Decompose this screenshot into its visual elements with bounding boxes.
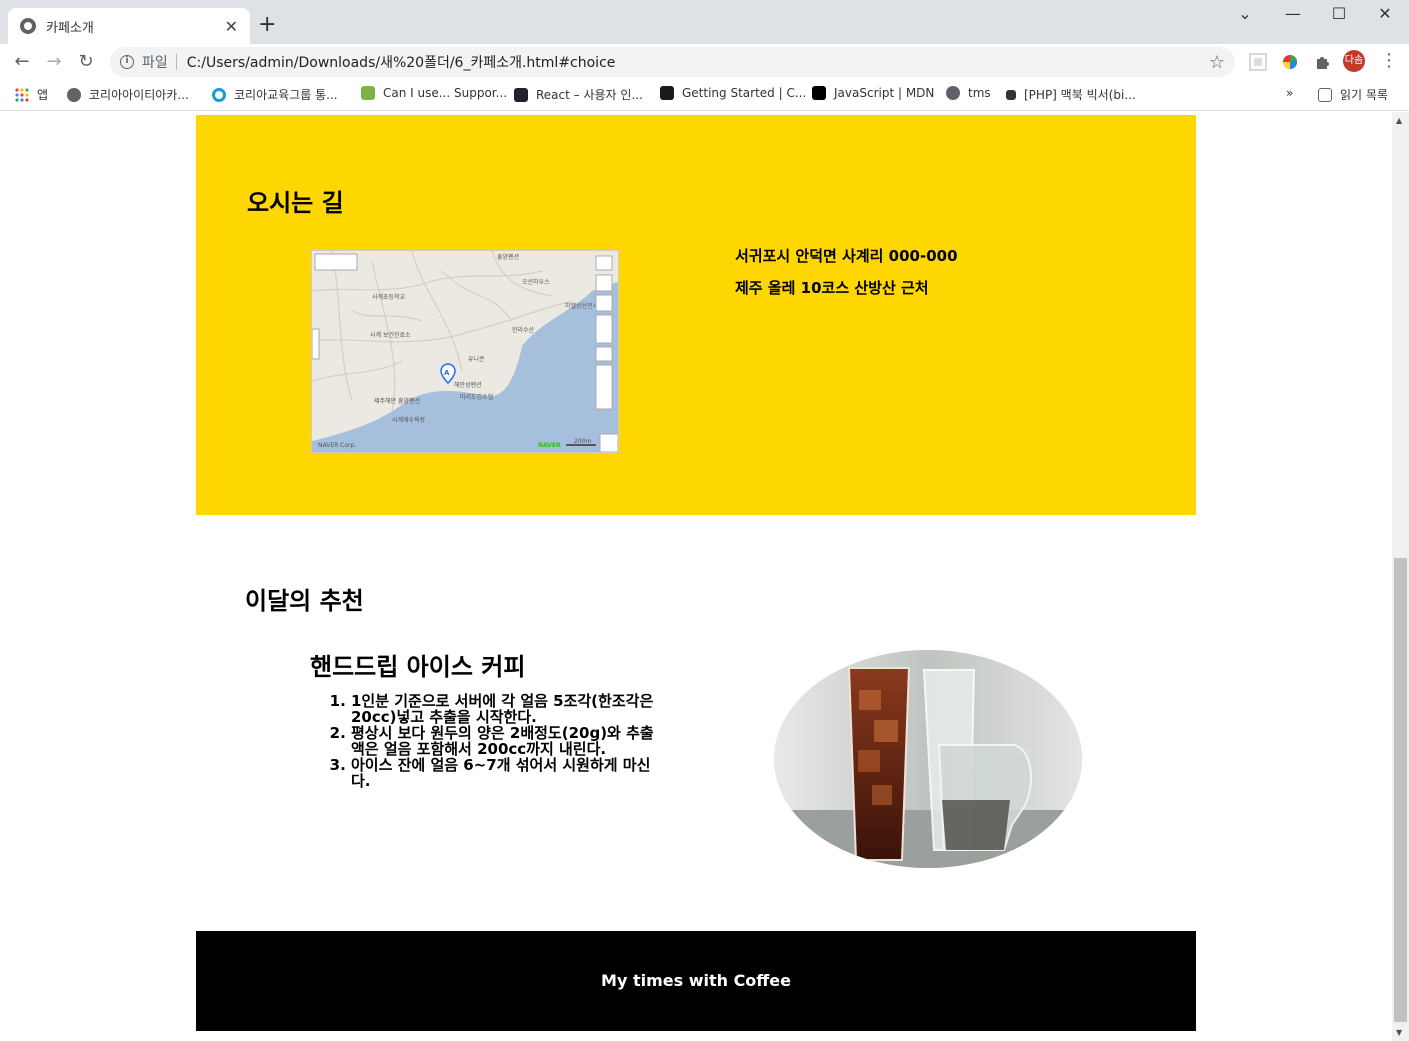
iced-coffee-image [774, 650, 1082, 868]
puzzle-icon[interactable] [1313, 53, 1331, 71]
tab-close-icon[interactable]: ✕ [225, 17, 238, 36]
map-label: 사계초등학교 [372, 293, 406, 301]
new-tab-button[interactable]: + [258, 12, 276, 37]
map-label: 한라수산 [512, 326, 535, 334]
dots-icon [1006, 89, 1016, 100]
bookmark-label: React – 사용자 인... [536, 88, 643, 102]
color-picker-icon[interactable] [1281, 53, 1299, 71]
back-arrow-icon[interactable]: ← [10, 50, 34, 74]
bookmark-label: JavaScript | MDN [834, 86, 935, 100]
kebab-menu-icon[interactable]: ⋮ [1380, 50, 1398, 71]
map-label: 200m [574, 438, 591, 445]
vertical-scrollbar[interactable]: ▲ ▼ [1392, 112, 1409, 1041]
bookmark-label: Getting Started | C... [682, 86, 807, 100]
recipe-steps: 1인분 기준으로 서버에 각 얼음 5조각(한조각은 20cc)넣고 추출을 시… [351, 693, 661, 789]
forward-arrow-icon[interactable]: → [42, 50, 66, 74]
bookmark-item[interactable]: 코리아교육그룹 통... [212, 86, 338, 103]
recipe-step: 아이스 잔에 얼음 6~7개 섞어서 시원하게 마신다. [351, 757, 661, 789]
bookmark-item[interactable]: Getting Started | C... [660, 86, 806, 100]
address-line: 서귀포시 안덕면 사계리 000-000 [735, 247, 958, 265]
recipe-step: 평상시 보다 원두의 양은 2배정도(20g)와 추출액은 얼음 포함해서 20… [351, 725, 661, 757]
apps-grid-icon [15, 87, 29, 102]
tab-strip: 카페소개 ✕ + ⌄ — ☐ ✕ [0, 0, 1409, 44]
scroll-up-arrow-icon[interactable]: ▲ [1396, 116, 1402, 125]
location-map[interactable]: 흥양펜션 오션하우스 사계초등학교 하멜상선전시관 사계 보건진료소 한라수산 … [311, 250, 619, 453]
menu-name: 핸드드립 아이스 커피 [310, 653, 526, 681]
maximize-button[interactable]: ☐ [1316, 4, 1362, 23]
directions-heading: 오시는 길 [247, 189, 344, 217]
directions-section: 오시는 길 흥양펜션 오션하우스 사계초등학교 하멜상선전시관 사계 보건진료소… [196, 115, 1196, 515]
directions-note: 제주 올레 10코스 산방산 근처 [735, 279, 929, 297]
tab-title: 카페소개 [46, 20, 94, 36]
map-label: 사계 보건진료소 [370, 331, 411, 339]
bookmark-item[interactable]: 코리아아이티아카... [67, 86, 189, 103]
bookmark-item[interactable]: React – 사용자 인... [514, 86, 643, 103]
bookmark-label: Can I use... Suppor... [383, 86, 508, 100]
map-label: 해안성펜션 [454, 381, 482, 389]
reading-list-button[interactable]: 읽기 목록 [1318, 86, 1388, 103]
page-viewport: 오시는 길 흥양펜션 오션하우스 사계초등학교 하멜상선전시관 사계 보건진료소… [0, 112, 1392, 1041]
url-text[interactable]: C:/Users/admin/Downloads/새%20폴더/6_카페소개.h… [187, 52, 1209, 72]
map-label: 오션하우스 [522, 278, 550, 286]
page-footer: My times with Coffee [196, 931, 1196, 1031]
mdn-icon [812, 86, 826, 100]
bookmark-label: tms [968, 86, 991, 100]
minimize-button[interactable]: — [1270, 4, 1316, 23]
bookmark-star-icon[interactable]: ☆ [1209, 52, 1225, 73]
url-scheme: 파일 [142, 55, 168, 71]
bookmark-apps[interactable]: 앱 [15, 86, 48, 103]
browser-tab[interactable]: 카페소개 ✕ [8, 8, 250, 44]
recipe-step: 1인분 기준으로 서버에 각 얼음 5조각(한조각은 20cc)넣고 추출을 시… [351, 693, 661, 725]
map-image: 흥양펜션 오션하우스 사계초등학교 하멜상선전시관 사계 보건진료소 한라수산 … [312, 251, 618, 452]
map-label: NAVER Corp. [318, 442, 356, 449]
map-label: 사계해수욕장 [392, 416, 426, 424]
globe-icon [20, 18, 36, 34]
react-icon [514, 87, 528, 102]
bookmark-item[interactable]: tms [946, 86, 991, 100]
map-label: 제주해안 흥양펜션 [374, 397, 420, 405]
bookmark-label: 코리아교육그룹 통... [234, 88, 338, 102]
ring-logo-icon [212, 87, 226, 102]
recommend-heading: 이달의 추천 [245, 587, 364, 615]
extension-grid-icon[interactable] [1249, 53, 1267, 71]
scrollbar-thumb[interactable] [1394, 558, 1407, 1022]
bookmark-label: 코리아아이티아카... [89, 88, 189, 102]
bookmark-item[interactable]: [PHP] 맥북 빅서(bi... [1006, 86, 1136, 103]
divider [175, 54, 177, 70]
iced-coffee-illustration [774, 650, 1082, 868]
map-label: 흥양펜션 [497, 253, 519, 261]
reading-list-icon [1318, 87, 1332, 102]
close-window-button[interactable]: ✕ [1362, 4, 1408, 23]
map-label: 유니콘 [468, 355, 485, 363]
reading-list-label: 읽기 목록 [1340, 88, 1388, 102]
bookmark-item[interactable]: Can I use... Suppor... [361, 86, 507, 100]
bookmark-label: [PHP] 맥북 빅서(bi... [1024, 88, 1136, 102]
bookmark-label: 앱 [37, 88, 49, 102]
map-label: 마리도김수협 [460, 393, 493, 401]
caniuse-icon [361, 86, 375, 100]
scroll-down-arrow-icon[interactable]: ▼ [1396, 1028, 1402, 1037]
tab-search-icon[interactable]: ⌄ [1222, 4, 1268, 23]
reload-icon[interactable]: ↻ [74, 50, 98, 74]
address-bar[interactable]: i 파일 C:/Users/admin/Downloads/새%20폴더/6_카… [110, 47, 1235, 77]
info-icon[interactable]: i [120, 55, 134, 69]
browser-toolbar: ← → ↻ i 파일 C:/Users/admin/Downloads/새%20… [0, 44, 1409, 80]
react-icon [660, 86, 674, 100]
bookmarks-bar: 앱 코리아아이티아카... 코리아교육그룹 통... Can I use... … [0, 80, 1409, 111]
globe-icon [67, 87, 81, 102]
footer-text: My times with Coffee [601, 971, 791, 990]
bookmarks-overflow-button[interactable]: » [1286, 86, 1293, 100]
overflow-label: » [1286, 86, 1294, 100]
map-label: NAVER [538, 442, 561, 449]
svg-text:A: A [444, 369, 450, 377]
bookmark-item[interactable]: JavaScript | MDN [812, 86, 934, 100]
globe-icon [946, 86, 960, 100]
avatar[interactable]: 다솜 [1343, 50, 1365, 72]
